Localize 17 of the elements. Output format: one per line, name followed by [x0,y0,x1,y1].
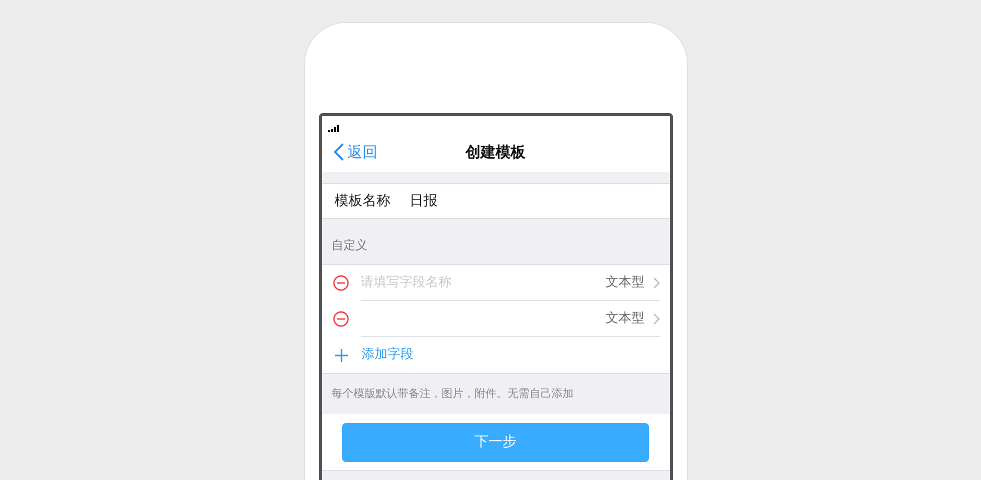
remove-icon[interactable] [332,275,348,291]
field-type-selector[interactable]: 文本型 [606,308,660,328]
name-value: 日报 [410,192,438,210]
field-type-selector[interactable]: 文本型 [606,272,660,292]
footnote: 每个模版默认带备注，图片，附件。无需自己添加 [332,387,574,400]
section-header: 自定义 [332,237,368,254]
plus-icon [334,348,348,362]
remove-icon[interactable] [332,311,348,327]
chevron-right-icon [652,312,660,324]
chevron-left-icon [334,143,344,161]
page-title: 创建模板 [466,142,526,163]
chevron-right-icon [652,276,660,288]
back-button[interactable]: 返回 [334,140,378,164]
name-label: 模板名称 [334,192,392,210]
signal-icon [328,125,340,132]
add-field-button[interactable]: 添加字段 [322,337,670,373]
next-button[interactable]: 下一步 [342,422,649,462]
